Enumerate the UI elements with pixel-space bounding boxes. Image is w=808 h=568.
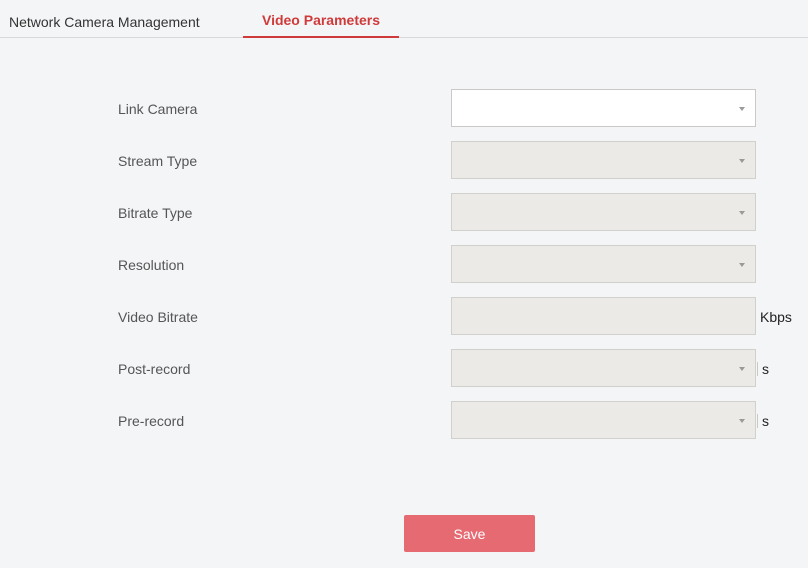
tab-video-parameters[interactable]: Video Parameters (243, 0, 399, 38)
pre-record-unit-divider (757, 414, 758, 428)
pre-record-label: Pre-record (118, 413, 185, 429)
link-camera-select[interactable] (451, 89, 756, 127)
tab-bar: Network Camera Management Video Paramete… (0, 0, 808, 38)
chevron-down-icon (739, 211, 745, 215)
video-bitrate-input[interactable] (451, 297, 756, 335)
chevron-down-icon (739, 107, 745, 111)
post-record-unit: s (762, 361, 769, 377)
bitrate-type-label: Bitrate Type (118, 205, 193, 221)
chevron-down-icon (739, 367, 745, 371)
pre-record-select[interactable] (451, 401, 756, 439)
bitrate-type-select[interactable] (451, 193, 756, 231)
tab-network-camera-management[interactable]: Network Camera Management (9, 0, 200, 38)
video-bitrate-unit: Kbps (760, 309, 792, 325)
post-record-select[interactable] (451, 349, 756, 387)
link-camera-label: Link Camera (118, 101, 198, 117)
save-button[interactable]: Save (404, 515, 535, 552)
resolution-select[interactable] (451, 245, 756, 283)
pre-record-unit: s (762, 413, 769, 429)
stream-type-label: Stream Type (118, 153, 198, 169)
chevron-down-icon (739, 159, 745, 163)
resolution-label: Resolution (118, 257, 185, 273)
stream-type-select[interactable] (451, 141, 756, 179)
post-record-unit-divider (757, 362, 758, 376)
chevron-down-icon (739, 419, 745, 423)
video-bitrate-label: Video Bitrate (118, 309, 198, 325)
chevron-down-icon (739, 263, 745, 267)
post-record-label: Post-record (118, 361, 191, 377)
